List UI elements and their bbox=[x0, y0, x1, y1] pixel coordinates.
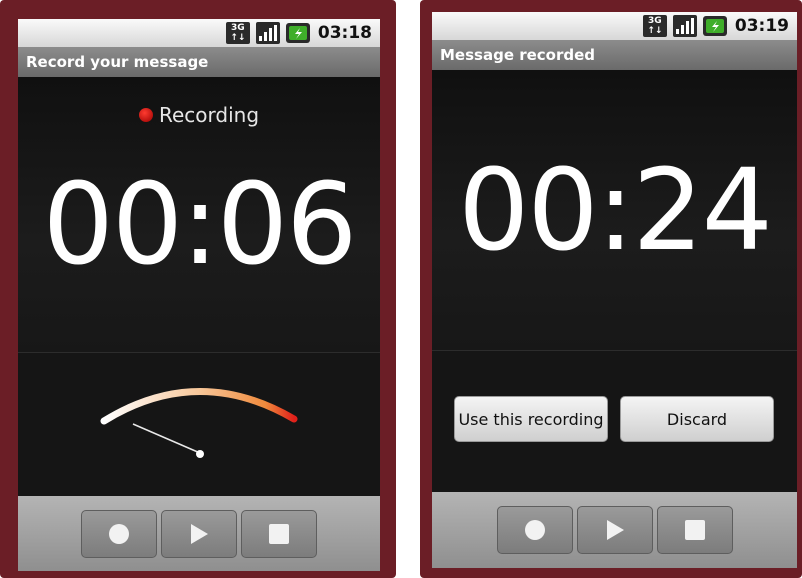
playback-controls bbox=[18, 496, 380, 571]
record-button[interactable] bbox=[496, 506, 573, 554]
status-bar: 3G ↑↓ 03:18 bbox=[18, 19, 380, 47]
battery-charging-icon bbox=[702, 16, 727, 36]
play-button[interactable] bbox=[161, 509, 237, 558]
record-icon bbox=[524, 520, 545, 540]
right-screen: 3G ↑↓ 03:19 Message recorded 00:24 Use t… bbox=[432, 12, 797, 568]
elapsed-timer: 00:24 bbox=[458, 146, 773, 276]
screen-title: Message recorded bbox=[440, 46, 596, 64]
signal-strength-icon bbox=[672, 15, 697, 37]
left-phone: 3G ↑↓ 03:18 Record your message Recordin… bbox=[0, 0, 396, 578]
status-time: 03:19 bbox=[734, 16, 789, 36]
playback-controls bbox=[432, 492, 797, 568]
play-icon bbox=[191, 523, 208, 544]
title-bar: Record your message bbox=[18, 47, 380, 77]
recording-indicator: Recording bbox=[18, 103, 380, 127]
stop-icon bbox=[684, 520, 705, 540]
timer-display: 00:24 bbox=[432, 70, 797, 350]
title-bar: Message recorded bbox=[432, 40, 797, 70]
screen-title: Record your message bbox=[26, 53, 209, 71]
right-phone: 3G ↑↓ 03:19 Message recorded 00:24 Use t… bbox=[420, 0, 802, 578]
3g-network-icon: 3G ↑↓ bbox=[225, 22, 250, 44]
stop-button[interactable] bbox=[241, 509, 317, 558]
signal-strength-icon bbox=[255, 22, 280, 44]
stop-button[interactable] bbox=[656, 506, 733, 554]
status-bar: 3G ↑↓ 03:19 bbox=[432, 12, 797, 40]
stop-icon bbox=[269, 523, 289, 544]
battery-charging-icon bbox=[285, 23, 310, 43]
discard-button[interactable]: Discard bbox=[620, 396, 774, 442]
play-button[interactable] bbox=[576, 506, 653, 554]
vu-meter-gauge bbox=[100, 388, 298, 458]
use-recording-button[interactable]: Use this recording bbox=[454, 396, 608, 442]
3g-network-icon: 3G ↑↓ bbox=[642, 15, 667, 37]
recording-label: Recording bbox=[158, 103, 260, 127]
recording-actions-panel: Use this recording Discard bbox=[432, 350, 797, 493]
record-dot-icon bbox=[138, 108, 153, 122]
record-icon bbox=[109, 523, 129, 544]
timer-display: Recording 00:06 bbox=[18, 77, 380, 352]
elapsed-timer: 00:06 bbox=[42, 160, 358, 290]
status-time: 03:18 bbox=[317, 23, 372, 43]
play-icon bbox=[606, 520, 624, 540]
record-button[interactable] bbox=[81, 509, 157, 558]
vu-meter-panel bbox=[18, 352, 380, 497]
left-screen: 3G ↑↓ 03:18 Record your message Recordin… bbox=[18, 19, 380, 571]
